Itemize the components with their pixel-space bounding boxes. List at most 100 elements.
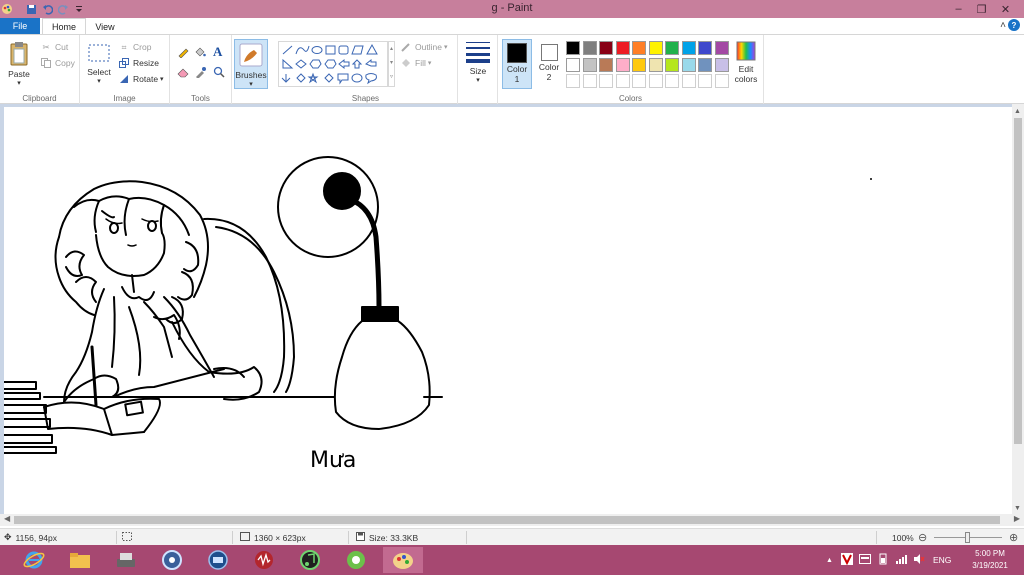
cut-button[interactable]: ✂ Cut xyxy=(40,42,68,53)
taskbar-paint[interactable] xyxy=(383,547,423,573)
horizontal-scrollbar[interactable]: ◀ ▶ xyxy=(0,514,1024,526)
help-icon[interactable]: ? xyxy=(1008,19,1020,31)
palette-swatch[interactable] xyxy=(615,57,630,72)
select-button[interactable]: Select ▾ xyxy=(85,43,113,85)
scroll-up-icon[interactable]: ▲ xyxy=(1014,108,1021,115)
size-button[interactable]: Size ▾ xyxy=(462,40,494,84)
palette-swatch[interactable] xyxy=(681,41,696,55)
tab-view[interactable]: View xyxy=(88,18,122,35)
antivirus-icon[interactable] xyxy=(840,553,853,567)
network-signal-icon[interactable] xyxy=(895,553,907,567)
palette-swatch[interactable] xyxy=(599,57,613,72)
taskbar-app-7[interactable] xyxy=(290,547,330,573)
fill-bucket-icon[interactable] xyxy=(194,46,206,60)
eraser-icon[interactable] xyxy=(177,66,189,80)
brushes-dropdown-icon[interactable]: ▾ xyxy=(235,80,267,88)
custom-color-slot[interactable] xyxy=(566,74,580,88)
zoom-slider-thumb[interactable] xyxy=(965,532,970,543)
edit-colors-button[interactable]: Edit colors xyxy=(730,40,762,84)
text-tool-icon[interactable]: A xyxy=(213,44,222,60)
palette-swatch[interactable] xyxy=(714,41,729,55)
volume-muted-icon[interactable] xyxy=(913,553,925,567)
battery-icon[interactable] xyxy=(877,553,889,567)
palette-swatch[interactable] xyxy=(566,41,580,55)
copy-label: Copy xyxy=(55,58,75,68)
vertical-scroll-thumb[interactable] xyxy=(1014,118,1022,444)
custom-color-slot[interactable] xyxy=(599,74,613,88)
palette-swatch[interactable] xyxy=(615,41,630,55)
palette-swatch[interactable] xyxy=(681,57,696,72)
zoom-level: 100% xyxy=(892,532,914,543)
custom-color-slot[interactable] xyxy=(665,74,679,88)
minimize-button[interactable]: – xyxy=(947,0,970,18)
zoom-out-icon[interactable]: ⊖ xyxy=(918,531,927,544)
paste-dropdown-icon[interactable]: ▾ xyxy=(4,79,34,87)
vertical-scrollbar[interactable]: ▲ ▼ xyxy=(1012,104,1024,514)
drawing-canvas[interactable]: Mưa xyxy=(3,107,1012,515)
horizontal-scroll-thumb[interactable] xyxy=(14,516,1000,524)
taskbar-file-explorer[interactable] xyxy=(60,547,100,573)
taskbar-app-4[interactable] xyxy=(152,547,192,573)
palette-swatch[interactable] xyxy=(665,41,679,55)
language-indicator[interactable]: ENG xyxy=(933,555,951,565)
clock[interactable]: 5:00 PM 3/19/2021 xyxy=(968,548,1012,572)
size-dropdown-icon[interactable]: ▾ xyxy=(462,76,494,84)
taskbar-app-3[interactable] xyxy=(106,547,146,573)
resize-button[interactable]: Resize xyxy=(118,58,159,68)
taskbar-internet-explorer[interactable] xyxy=(14,547,54,573)
custom-color-slot[interactable] xyxy=(698,74,712,88)
brushes-button[interactable]: Brushes ▾ xyxy=(234,39,268,89)
signature-text: Mưa xyxy=(310,448,356,473)
pencil-icon[interactable] xyxy=(177,46,189,60)
taskbar-app-8[interactable] xyxy=(336,547,376,573)
taskbar-app-5[interactable] xyxy=(198,547,238,573)
palette-swatch[interactable] xyxy=(648,57,663,72)
restore-button[interactable]: ❐ xyxy=(970,0,993,18)
outline-button[interactable]: Outline ▾ xyxy=(400,42,447,52)
zoom-in-icon[interactable]: ⊕ xyxy=(1009,531,1018,544)
scroll-left-icon[interactable]: ◀ xyxy=(4,514,10,523)
rotate-button[interactable]: Rotate ▾ xyxy=(118,74,164,84)
crop-button[interactable]: ⌗ Crop xyxy=(118,42,152,53)
palette-swatch[interactable] xyxy=(698,41,712,55)
palette-swatch[interactable] xyxy=(582,57,597,72)
color1-button[interactable]: Color 1 xyxy=(502,39,532,89)
palette-swatch[interactable] xyxy=(714,57,729,72)
custom-color-slot[interactable] xyxy=(632,74,646,88)
custom-color-slot[interactable] xyxy=(615,74,630,88)
color-picker-icon[interactable] xyxy=(194,66,206,80)
taskbar-app-6[interactable] xyxy=(244,547,284,573)
tray-app-icon[interactable] xyxy=(858,553,871,567)
copy-button[interactable]: Copy xyxy=(40,58,75,68)
shapes-gallery[interactable] xyxy=(278,41,388,87)
size-group: Size ▾ xyxy=(458,35,498,105)
palette-swatch[interactable] xyxy=(665,57,679,72)
custom-color-slot[interactable] xyxy=(582,74,597,88)
system-tray: ▲ ENG xyxy=(826,545,951,575)
custom-color-slot[interactable] xyxy=(648,74,663,88)
custom-color-slot[interactable] xyxy=(714,74,729,88)
fill-button[interactable]: Fill ▾ xyxy=(400,58,431,68)
shapes-scroll-icon[interactable]: ▴ ▾ ▿ xyxy=(388,41,395,87)
tab-file[interactable]: File xyxy=(0,18,40,34)
palette-swatch[interactable] xyxy=(582,41,597,55)
paste-button[interactable]: Paste ▾ xyxy=(4,41,34,87)
palette-swatch[interactable] xyxy=(648,41,663,55)
scroll-down-icon[interactable]: ▼ xyxy=(1014,505,1021,512)
palette-swatch[interactable] xyxy=(698,57,712,72)
show-hidden-icons[interactable]: ▲ xyxy=(826,557,833,564)
drawing: Mưa xyxy=(3,156,872,473)
scroll-right-icon[interactable]: ▶ xyxy=(1014,514,1020,523)
palette-swatch[interactable] xyxy=(632,41,646,55)
close-button[interactable]: ✕ xyxy=(994,0,1017,18)
palette-swatch[interactable] xyxy=(566,57,580,72)
minimize-ribbon-icon[interactable]: ˄ xyxy=(1000,20,1006,31)
palette-swatch[interactable] xyxy=(632,57,646,72)
custom-color-slot[interactable] xyxy=(681,74,696,88)
select-dropdown-icon[interactable]: ▾ xyxy=(85,77,113,85)
color2-button[interactable]: Color 2 xyxy=(535,39,563,89)
palette-swatch[interactable] xyxy=(599,41,613,55)
tab-home[interactable]: Home xyxy=(42,18,86,35)
magnifier-icon[interactable] xyxy=(213,66,225,80)
clipboard-group-label: Clipboard xyxy=(22,94,57,103)
